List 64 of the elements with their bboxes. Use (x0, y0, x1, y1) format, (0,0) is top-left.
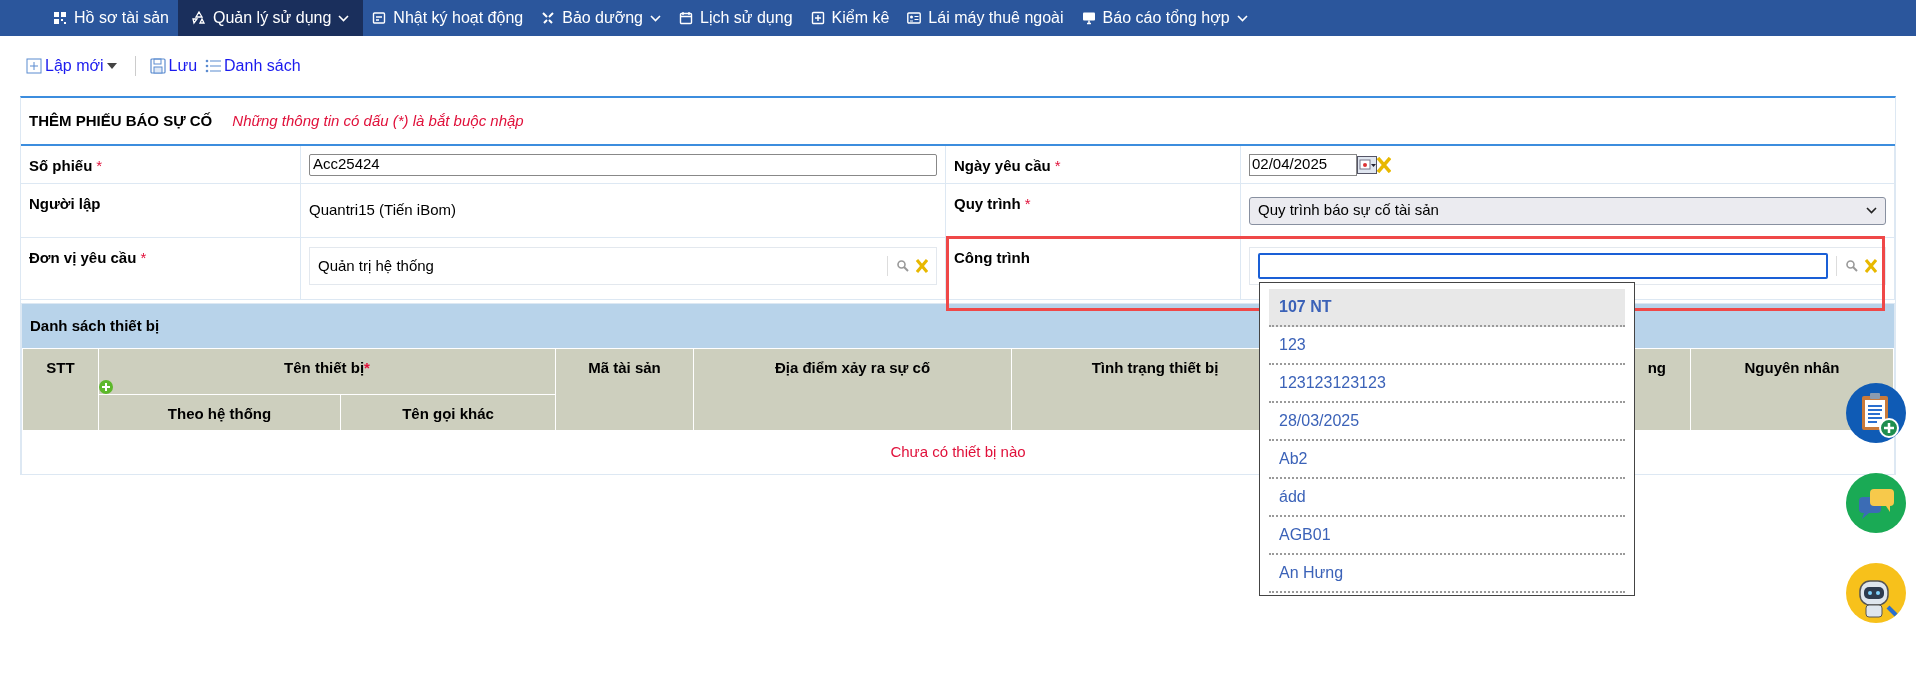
id-card-icon (907, 11, 922, 25)
list-icon (205, 58, 222, 74)
nav-tab[interactable]: Bảo dưỡng (532, 0, 670, 36)
nav-tab[interactable]: Báo cáo tổng hợp (1072, 0, 1257, 36)
calendar-icon (679, 11, 693, 25)
grid-icon (53, 11, 67, 25)
add-icon[interactable] (99, 379, 113, 394)
nav-tab[interactable]: Lịch sử dụng (670, 0, 802, 36)
robot-icon[interactable] (1846, 563, 1906, 623)
nav-tab[interactable]: Nhật ký hoạt động (363, 0, 533, 36)
dropdown-option[interactable]: AGB01 (1269, 517, 1625, 555)
field-label: Người lập (29, 195, 101, 212)
column-header: Địa điểm xảy ra sự cố (693, 348, 1012, 430)
column-header: Mã tài sản (555, 348, 694, 430)
search-icon[interactable] (896, 259, 910, 273)
empty-message: Chưa có thiết bị nào (890, 443, 1026, 460)
required-mark: * (1054, 157, 1061, 174)
chevron-down-icon (1866, 207, 1877, 214)
save-icon (149, 58, 166, 74)
date-field[interactable]: 02/04/2025 (1249, 153, 1357, 176)
field-label: Số phiếu (29, 157, 93, 174)
nav-tab[interactable]: Quản lý sử dụng (178, 0, 364, 36)
lookup-field[interactable]: Quản trị hệ thống (309, 247, 937, 285)
dropdown-option[interactable]: 107 NT (1269, 289, 1625, 327)
nav-tab[interactable]: Lái máy thuê ngoài (898, 0, 1073, 36)
clear-icon[interactable] (1865, 259, 1877, 273)
toolbar-button[interactable]: Danh sách (205, 54, 301, 78)
column-header: Theo hệ thống (98, 394, 341, 430)
toolbar-button[interactable]: Lập mới (26, 54, 117, 78)
required-mark: * (140, 249, 147, 266)
chat-icon[interactable] (1846, 473, 1906, 533)
nav-tab[interactable]: Kiểm kê (801, 0, 899, 36)
field-label: Công trình (954, 249, 1030, 266)
dropdown-option[interactable]: An Hưng (1269, 555, 1625, 593)
document-icon (372, 11, 387, 25)
nav-tab[interactable]: Hồ sơ tài sản (44, 0, 178, 36)
field-label: Ngày yêu cầu (954, 157, 1051, 174)
add-box-icon (810, 11, 825, 25)
clear-icon[interactable] (916, 259, 928, 273)
required-mark: * (1024, 195, 1031, 212)
clipboard-add-icon[interactable] (1846, 383, 1906, 443)
field-label: Quy trình (954, 195, 1021, 212)
calendar-icon[interactable] (1357, 155, 1377, 174)
add-box-icon (26, 58, 42, 74)
toolbar-button[interactable]: Lưu (149, 54, 198, 78)
required-note: Những thông tin có dấu (*) là bắt buộc nhập (232, 110, 524, 131)
required-mark: * (364, 359, 370, 376)
form-title: THÊM PHIẾU BÁO SỰ CỐ (29, 110, 213, 131)
text-field[interactable]: Acc25424 (309, 153, 937, 176)
column-header: Tên thiết bị (284, 359, 365, 376)
dropdown-option[interactable]: 28/03/2025 (1269, 403, 1625, 441)
tools-icon (541, 11, 556, 25)
dropdown-option[interactable]: ádd (1269, 479, 1625, 517)
field-label: Đơn vị yêu cầu (29, 249, 137, 266)
process-select[interactable]: Quy trình báo sự cố tài sản (1249, 196, 1886, 225)
monitor-icon (1081, 11, 1096, 25)
column-header: Tên gọi khác (340, 394, 556, 430)
dropdown-option[interactable]: 123123123123 (1269, 365, 1625, 403)
required-mark: * (96, 157, 103, 174)
dropdown-option[interactable]: Ab2 (1269, 441, 1625, 479)
search-icon[interactable] (1845, 259, 1859, 273)
column-header: STT (22, 348, 99, 430)
dropdown-option[interactable]: 123 (1269, 327, 1625, 365)
field-value: Quantri15 (Tiến iBom) (309, 200, 456, 221)
